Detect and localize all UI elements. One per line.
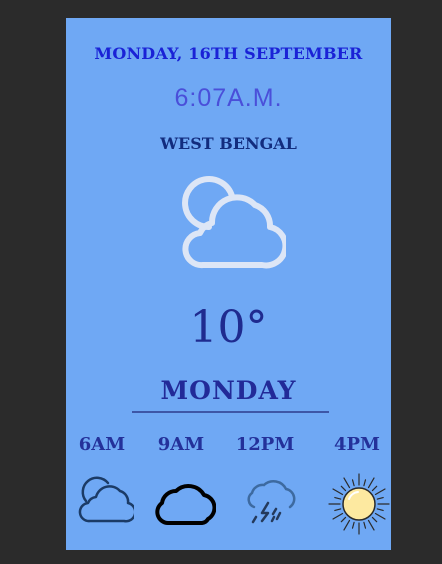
partly-cloudy-icon — [182, 176, 286, 269]
sun-ray — [340, 485, 347, 492]
sun-ray — [363, 521, 367, 529]
hour-label-6am: 6AM — [78, 434, 126, 455]
sun-ray — [376, 508, 384, 512]
sun-ray — [351, 479, 355, 487]
sun-ray — [332, 512, 344, 520]
sun-ray — [367, 519, 375, 531]
sun-icon — [328, 473, 390, 535]
sun-ray — [371, 516, 378, 523]
sun-ray — [371, 485, 378, 492]
day-label: MONDAY — [160, 376, 297, 405]
sun-ray — [334, 496, 342, 500]
sun-ray — [367, 477, 375, 489]
weather-screen: MONDAY, 16TH SEPTEMBER 6:07A.M. WEST BEN… — [66, 18, 391, 550]
thunderstorm-icon — [247, 480, 296, 524]
sun-ray — [340, 516, 347, 523]
divider — [132, 411, 329, 413]
sun-ray — [363, 479, 367, 487]
time-label: 6:07A.M. — [174, 84, 283, 112]
sun-ray — [351, 521, 355, 529]
sun-ray — [374, 488, 386, 496]
sun-ray — [332, 488, 344, 496]
temperature-label: 10° — [189, 302, 268, 353]
cloudy-icon — [78, 476, 134, 523]
cloud-icon — [155, 484, 216, 525]
sun-ray — [374, 512, 386, 520]
sun-ray — [343, 477, 351, 489]
sun-ray — [376, 496, 384, 500]
sun-ray — [343, 519, 351, 531]
hour-label-4pm: 4PM — [334, 434, 380, 455]
sun-ray — [334, 508, 342, 512]
date-label: MONDAY, 16TH SEPTEMBER — [94, 44, 363, 63]
hour-label-12pm: 12PM — [235, 434, 295, 455]
location-label: WEST BENGAL — [160, 134, 297, 153]
hour-label-9am: 9AM — [157, 434, 205, 455]
